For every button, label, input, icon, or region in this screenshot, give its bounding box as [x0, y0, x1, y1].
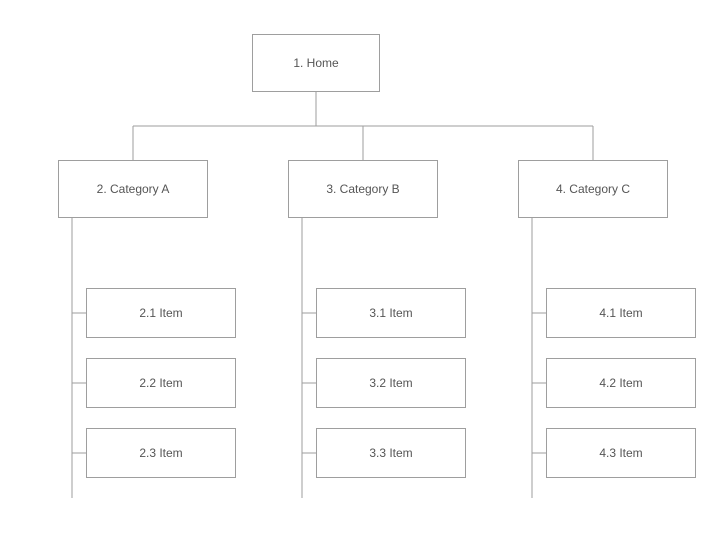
node-item: 4.2 Item	[546, 358, 696, 408]
node-label: 4.3 Item	[599, 446, 642, 460]
node-item: 2.1 Item	[86, 288, 236, 338]
node-item: 2.2 Item	[86, 358, 236, 408]
node-label: 1. Home	[293, 56, 338, 70]
node-item: 3.3 Item	[316, 428, 466, 478]
node-label: 3.1 Item	[369, 306, 412, 320]
node-label: 2.2 Item	[139, 376, 182, 390]
node-item: 3.1 Item	[316, 288, 466, 338]
node-label: 2.1 Item	[139, 306, 182, 320]
node-category-c: 4. Category C	[518, 160, 668, 218]
node-label: 4. Category C	[556, 182, 630, 196]
node-label: 4.2 Item	[599, 376, 642, 390]
node-label: 4.1 Item	[599, 306, 642, 320]
node-label: 2. Category A	[97, 182, 170, 196]
node-item: 4.3 Item	[546, 428, 696, 478]
node-category-b: 3. Category B	[288, 160, 438, 218]
node-home: 1. Home	[252, 34, 380, 92]
node-label: 3. Category B	[326, 182, 399, 196]
node-label: 2.3 Item	[139, 446, 182, 460]
node-label: 3.2 Item	[369, 376, 412, 390]
node-item: 2.3 Item	[86, 428, 236, 478]
node-item: 3.2 Item	[316, 358, 466, 408]
node-category-a: 2. Category A	[58, 160, 208, 218]
node-item: 4.1 Item	[546, 288, 696, 338]
node-label: 3.3 Item	[369, 446, 412, 460]
